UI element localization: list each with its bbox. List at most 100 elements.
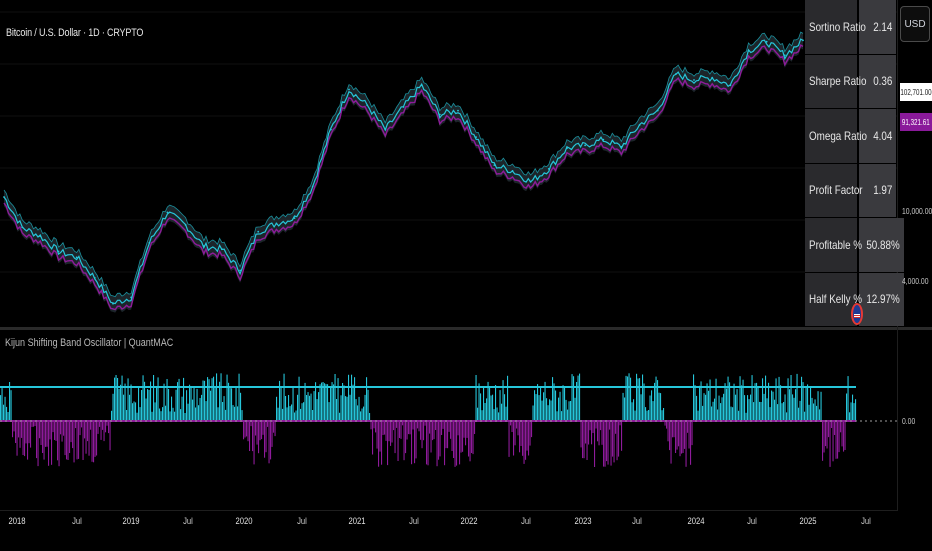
oscillator-bar [195, 407, 197, 421]
oscillator-bar [538, 395, 540, 421]
stats-label-text: Profitable % [809, 237, 863, 252]
oscillator-bar [591, 421, 593, 445]
oscillator-bar [601, 421, 603, 445]
oscillator-bar [478, 383, 480, 421]
price-point [75, 256, 78, 259]
oscillator-bar [430, 421, 432, 453]
price-point [729, 84, 732, 87]
oscillator-pane[interactable] [0, 373, 897, 467]
oscillator-bar [271, 421, 273, 447]
oscillator-bar [841, 421, 843, 447]
oscillator-bar [549, 399, 551, 421]
oscillator-bar [796, 373, 798, 421]
oscillator-bar [85, 421, 87, 454]
price-point [39, 235, 42, 238]
price-scale[interactable] [898, 0, 932, 510]
oscillator-bar [493, 409, 495, 421]
oscillator-bar [673, 421, 675, 438]
oscillator-bar [471, 421, 473, 453]
oscillator-bar [96, 421, 98, 456]
oscillator-bar [390, 421, 392, 446]
oscillator-bar [129, 394, 131, 421]
chart-canvas[interactable] [0, 0, 932, 550]
oscillator-bar [168, 389, 170, 421]
oscillator-bar [532, 405, 534, 421]
oscillator-bar [555, 390, 557, 421]
oscillator-bar [720, 403, 722, 421]
oscillator-bar [396, 421, 398, 428]
pane-separator[interactable] [0, 327, 932, 330]
oscillator-bar [82, 421, 84, 460]
oscillator-bar [618, 421, 620, 457]
oscillator-bar [93, 421, 95, 463]
oscillator-bar [45, 421, 47, 447]
oscillator-bar [771, 390, 773, 421]
currency-button[interactable]: USD [900, 6, 930, 42]
oscillator-bar [600, 421, 602, 431]
oscillator-bar [654, 382, 656, 421]
oscillator-bar [142, 375, 144, 421]
oscillator-bar [66, 421, 68, 460]
oscillator-bar [54, 421, 56, 440]
oscillator-bar [238, 373, 240, 421]
price-series-line [3, 38, 804, 305]
oscillator-bar [244, 421, 246, 438]
oscillator-bar [685, 421, 687, 467]
oscillator-bar [696, 395, 698, 421]
oscillator-bar [190, 386, 192, 421]
oscillator-bar [183, 377, 185, 421]
oscillator-bar [784, 394, 786, 421]
oscillator-bar [583, 421, 585, 459]
price-point [57, 250, 60, 253]
oscillator-bar [745, 412, 747, 421]
oscillator-bar [364, 394, 366, 421]
oscillator-bar [855, 399, 857, 421]
oscillator-bar [597, 421, 599, 442]
oscillator-bar [645, 407, 647, 421]
stats-row: Profitable % 50.88% [805, 218, 904, 273]
price-pane[interactable] [0, 11, 897, 313]
oscillator-bar [48, 421, 50, 466]
oscillator-bar [666, 421, 668, 429]
price-point [529, 180, 532, 183]
price-point [257, 230, 260, 233]
stats-value: 12.97% [859, 272, 904, 326]
oscillator-bar [733, 383, 735, 421]
stats-row: Omega Ratio 4.04 [805, 109, 896, 164]
oscillator-bar [22, 421, 24, 455]
oscillator-bar [556, 411, 558, 421]
oscillator-bar [262, 421, 264, 435]
oscillator-bar [138, 387, 140, 421]
price-point [802, 39, 804, 42]
oscillator-bar [643, 383, 645, 421]
time-axis[interactable]: 2018 Jul 2019 Jul 2020 Jul 2021 Jul 2022 Jul 2023 J… [0, 510, 898, 551]
oscillator-bar [286, 407, 288, 421]
oscillator-bar [39, 421, 41, 439]
oscillator-bar [28, 421, 30, 444]
oscillator-bar [105, 421, 107, 433]
oscillator-bar [4, 396, 6, 421]
oscillator-bar [160, 411, 162, 421]
oscillator-bar [573, 376, 575, 421]
oscillator-bar [166, 379, 168, 421]
oscillator-bar [340, 395, 342, 421]
oscillator-bar [843, 421, 845, 452]
oscillator-bar [307, 392, 309, 421]
oscillator-bar [111, 410, 113, 421]
oscillator-bar [774, 399, 776, 421]
oscillator-bar [570, 401, 572, 421]
stats-row: Profit Factor 1.97 [805, 163, 896, 218]
oscillator-bar [46, 421, 48, 447]
oscillator-bar [148, 390, 150, 421]
oscillator-bar [330, 386, 332, 421]
stats-label: Omega Ratio [805, 109, 867, 163]
oscillator-bar [492, 394, 494, 421]
oscillator-bar [669, 421, 671, 451]
symbol-title[interactable]: Bitcoin / U.S. Dollar · 1D · CRYPTO [6, 27, 143, 39]
oscillator-bar [444, 421, 446, 466]
oscillator-bar [246, 421, 248, 437]
indicator-title[interactable]: Kijun Shifting Band Oscillator | QuantMA… [5, 337, 173, 349]
oscillator-bar [682, 421, 684, 453]
oscillator-bar [24, 421, 26, 457]
oscillator-bar [384, 421, 386, 435]
